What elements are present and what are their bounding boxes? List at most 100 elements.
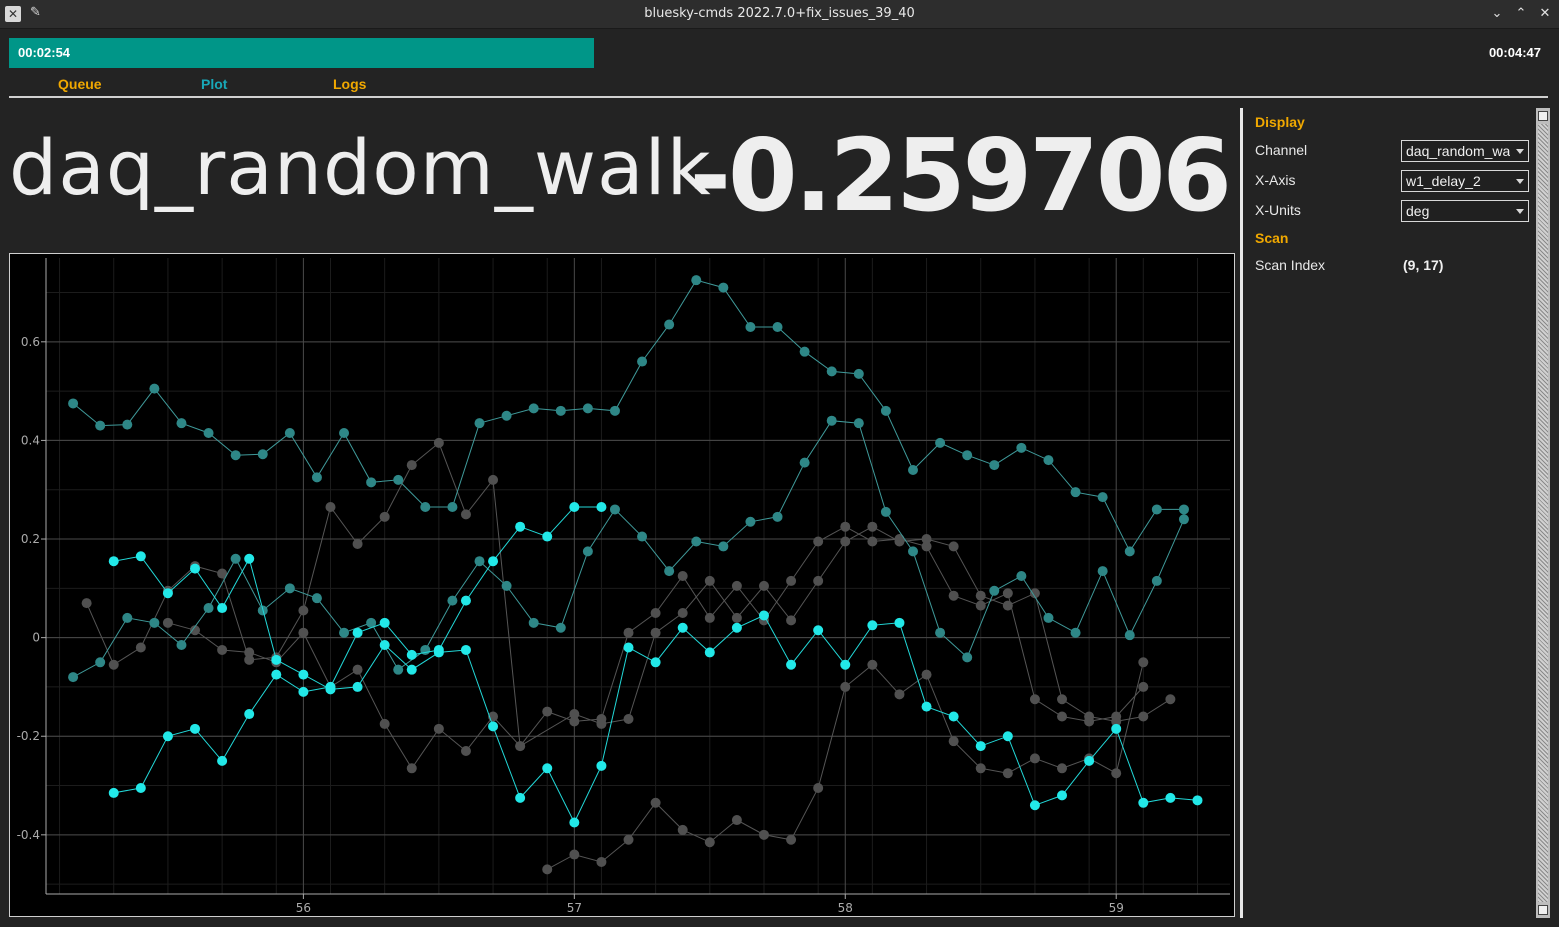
scan-index-value: (9, 17) bbox=[1403, 257, 1444, 273]
data-point bbox=[1016, 442, 1027, 453]
data-point bbox=[772, 322, 783, 333]
data-point bbox=[962, 450, 973, 461]
channel-name-readout: daq_random_walk bbox=[9, 123, 712, 212]
data-point bbox=[433, 437, 444, 448]
data-point bbox=[406, 763, 417, 774]
data-point bbox=[786, 575, 797, 586]
data-point bbox=[488, 474, 499, 485]
data-point bbox=[162, 617, 173, 628]
data-point bbox=[1165, 792, 1176, 803]
tab-bar: Queue Plot Logs bbox=[9, 72, 1548, 98]
data-point bbox=[68, 672, 79, 683]
y-tick-label: 0.6 bbox=[21, 335, 40, 349]
data-point bbox=[379, 511, 390, 522]
data-point bbox=[1097, 566, 1108, 577]
tab-plot[interactable]: Plot bbox=[201, 76, 227, 92]
scroll-down-button[interactable] bbox=[1538, 905, 1548, 915]
y-tick-label: 0.4 bbox=[21, 433, 40, 447]
elapsed-time: 00:02:54 bbox=[18, 45, 71, 60]
data-point bbox=[339, 428, 350, 439]
data-point bbox=[582, 546, 593, 557]
data-point bbox=[569, 849, 580, 860]
data-point bbox=[379, 640, 390, 651]
data-point bbox=[894, 536, 905, 547]
series-line-3 bbox=[72, 279, 1184, 553]
plot-area[interactable]: 56 57 58 59 -0.4 -0.2 0 0.2 0.4 0.6 bbox=[10, 254, 1234, 916]
data-point bbox=[135, 783, 146, 793]
data-point bbox=[867, 536, 878, 547]
series-line-2 bbox=[167, 526, 1171, 770]
scroll-up-button[interactable] bbox=[1538, 111, 1548, 121]
data-point bbox=[799, 346, 810, 357]
data-point bbox=[68, 398, 79, 409]
data-point bbox=[962, 652, 973, 663]
data-point bbox=[935, 437, 946, 448]
data-point bbox=[609, 504, 620, 515]
data-point bbox=[1002, 768, 1013, 779]
data-point bbox=[1057, 763, 1068, 774]
data-point bbox=[190, 723, 201, 734]
data-point bbox=[718, 282, 729, 293]
xaxis-select-value: w1_delay_2 bbox=[1406, 173, 1481, 189]
channel-select[interactable]: daq_random_walk bbox=[1401, 140, 1529, 162]
y-tick-label: 0.2 bbox=[21, 532, 40, 546]
data-point bbox=[406, 664, 417, 675]
data-point bbox=[1178, 514, 1189, 525]
data-point bbox=[772, 511, 783, 522]
data-point bbox=[745, 516, 756, 527]
data-point bbox=[542, 763, 553, 774]
tab-logs[interactable]: Logs bbox=[333, 76, 366, 92]
data-point bbox=[1138, 711, 1149, 722]
data-point bbox=[460, 644, 471, 655]
data-point bbox=[623, 642, 634, 653]
data-point bbox=[582, 403, 593, 414]
xunits-select[interactable]: deg bbox=[1401, 200, 1529, 222]
data-point bbox=[528, 617, 539, 628]
data-point bbox=[948, 736, 959, 747]
data-point bbox=[596, 501, 607, 512]
data-point bbox=[1111, 723, 1122, 734]
data-point bbox=[366, 477, 377, 488]
data-point bbox=[948, 590, 959, 601]
data-point bbox=[515, 741, 526, 752]
data-point bbox=[406, 460, 417, 471]
data-point bbox=[664, 319, 675, 330]
data-point bbox=[840, 681, 851, 692]
tab-queue[interactable]: Queue bbox=[58, 76, 102, 92]
chevron-down-icon bbox=[1516, 179, 1524, 184]
data-point bbox=[908, 546, 919, 557]
data-point bbox=[542, 864, 553, 875]
xaxis-select[interactable]: w1_delay_2 bbox=[1401, 170, 1529, 192]
data-point bbox=[1029, 753, 1040, 764]
data-point bbox=[1192, 795, 1203, 806]
close-icon[interactable]: ✕ bbox=[1535, 4, 1555, 24]
data-point bbox=[298, 627, 309, 638]
scrollbar-track[interactable] bbox=[1538, 124, 1548, 902]
data-point bbox=[122, 612, 133, 623]
data-point bbox=[704, 575, 715, 586]
data-point bbox=[948, 541, 959, 552]
data-point bbox=[786, 659, 797, 670]
data-point bbox=[460, 746, 471, 757]
maximize-icon[interactable]: ⌃ bbox=[1511, 4, 1531, 24]
data-point bbox=[1124, 546, 1135, 557]
channel-value-readout: -0.259706 bbox=[689, 117, 1232, 234]
data-point bbox=[339, 627, 350, 638]
data-point bbox=[203, 428, 214, 439]
data-point bbox=[637, 531, 648, 542]
data-point bbox=[758, 829, 769, 840]
data-point bbox=[149, 383, 160, 394]
data-point bbox=[135, 551, 146, 562]
data-point bbox=[433, 644, 444, 655]
data-point bbox=[935, 627, 946, 638]
data-point bbox=[609, 405, 620, 416]
data-point bbox=[81, 598, 92, 609]
data-point bbox=[217, 644, 228, 655]
minimize-icon[interactable]: ⌄ bbox=[1487, 4, 1507, 24]
data-point bbox=[244, 553, 255, 564]
data-point bbox=[1043, 612, 1054, 623]
data-point bbox=[1057, 694, 1068, 705]
panel-splitter[interactable] bbox=[1240, 108, 1243, 918]
data-point bbox=[596, 718, 607, 729]
side-panel-scrollbar[interactable] bbox=[1536, 108, 1550, 918]
